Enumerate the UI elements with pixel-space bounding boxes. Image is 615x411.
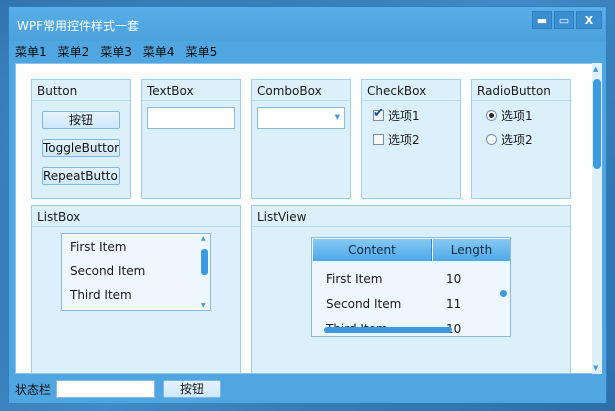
checkbox-group: CheckBox ✔ 选项1 选项2: [361, 79, 461, 199]
group-header-listbox: ListBox: [32, 206, 240, 227]
sample-combobox[interactable]: ▼: [257, 107, 345, 129]
sample-button[interactable]: 按钮: [42, 111, 120, 129]
status-bar: 状态栏 按钮: [9, 375, 606, 403]
menu-item-2[interactable]: 菜单2: [58, 43, 90, 60]
sample-listview[interactable]: Content Length First Item 10 Second Item…: [311, 237, 511, 337]
main-vertical-scrollbar[interactable]: ▲ ▼: [592, 63, 602, 374]
scroll-down-icon[interactable]: ▼: [593, 364, 598, 372]
button-group: Button 按钮 ToggleButton RepeatButton: [31, 79, 131, 199]
radio-option-1[interactable]: 选项1: [486, 107, 533, 124]
menu-item-5[interactable]: 菜单5: [186, 43, 218, 60]
group-header-checkbox: CheckBox: [362, 80, 460, 101]
toggle-button[interactable]: ToggleButton: [42, 139, 120, 157]
group-header-button: Button: [32, 80, 130, 101]
menu-item-4[interactable]: 菜单4: [143, 43, 175, 60]
listview-vscroll-thumb[interactable]: [500, 290, 507, 297]
checkbox-option-2[interactable]: 选项2: [373, 131, 420, 148]
status-button[interactable]: 按钮: [163, 380, 222, 398]
radio-selected-icon: [486, 110, 497, 121]
minimize-button[interactable]: ▬: [532, 11, 552, 29]
menu-bar: 菜单1 菜单2 菜单3 菜单4 菜单5: [9, 41, 606, 61]
combobox-group: ComboBox ▼: [251, 79, 351, 199]
listview-vertical-scrollbar[interactable]: [499, 262, 508, 332]
window-controls: ▬ ▭ X: [532, 11, 602, 29]
column-header-content[interactable]: Content: [313, 239, 432, 261]
group-header-combobox: ComboBox: [252, 80, 350, 101]
main-window: WPF常用控件样式一套 ▬ ▭ X 菜单1 菜单2 菜单3 菜单4 菜单5 Bu…: [8, 6, 607, 403]
column-header-length[interactable]: Length: [433, 239, 510, 261]
listbox-group: ListBox First Item Second Item Third Ite…: [31, 205, 241, 373]
listview-horizontal-scrollbar[interactable]: [314, 326, 496, 334]
scroll-up-icon[interactable]: ▲: [201, 235, 206, 242]
content-area: Button 按钮 ToggleButton RepeatButton Text…: [15, 63, 595, 374]
table-cell[interactable]: 10: [446, 272, 461, 286]
menu-item-3[interactable]: 菜单3: [100, 43, 132, 60]
listbox-scroll-thumb[interactable]: [201, 249, 208, 275]
radiobutton-group: RadioButton 选项1 选项2: [471, 79, 571, 199]
title-bar[interactable]: WPF常用控件样式一套 ▬ ▭ X: [9, 7, 606, 41]
close-button[interactable]: X: [576, 11, 602, 29]
window-title: WPF常用控件样式一套: [17, 19, 140, 33]
status-label: 状态栏: [15, 382, 52, 397]
listview-group: ListView Content Length First Item 10 Se…: [251, 205, 571, 373]
list-item[interactable]: Second Item: [70, 264, 145, 278]
maximize-button[interactable]: ▭: [554, 11, 574, 29]
checkbox-unchecked-icon: [373, 134, 384, 145]
status-input[interactable]: [56, 380, 156, 398]
textbox-group: TextBox: [141, 79, 241, 199]
listview-hscroll-thumb[interactable]: [324, 327, 452, 333]
group-header-listview: ListView: [252, 206, 570, 227]
group-header-radiobutton: RadioButton: [472, 80, 570, 101]
sample-listbox[interactable]: First Item Second Item Third Item ▲ ▼: [61, 233, 211, 311]
repeat-button[interactable]: RepeatButton: [42, 167, 120, 185]
checkbox-option-1[interactable]: ✔ 选项1: [373, 106, 420, 124]
chevron-down-icon: ▼: [334, 113, 340, 121]
scroll-down-icon[interactable]: ▼: [201, 302, 206, 309]
list-item[interactable]: Third Item: [70, 288, 132, 302]
table-cell[interactable]: First Item: [326, 272, 382, 286]
radio-label-1: 选项1: [501, 109, 533, 123]
list-item[interactable]: First Item: [70, 240, 126, 254]
checkbox-label-2: 选项2: [388, 133, 420, 147]
listbox-scrollbar[interactable]: ▲ ▼: [200, 235, 209, 309]
checkbox-label-1: 选项1: [388, 109, 420, 123]
table-cell[interactable]: Second Item: [326, 297, 401, 311]
radio-option-2[interactable]: 选项2: [486, 131, 533, 148]
scroll-up-icon[interactable]: ▲: [593, 65, 598, 73]
menu-item-1[interactable]: 菜单1: [15, 43, 47, 60]
main-scroll-thumb[interactable]: [593, 79, 601, 169]
sample-textbox[interactable]: [147, 107, 235, 129]
group-header-textbox: TextBox: [142, 80, 240, 101]
checkbox-checked-icon: ✔: [373, 106, 384, 121]
table-cell[interactable]: 11: [446, 297, 461, 311]
radio-label-2: 选项2: [501, 133, 533, 147]
radio-unselected-icon: [486, 134, 497, 145]
